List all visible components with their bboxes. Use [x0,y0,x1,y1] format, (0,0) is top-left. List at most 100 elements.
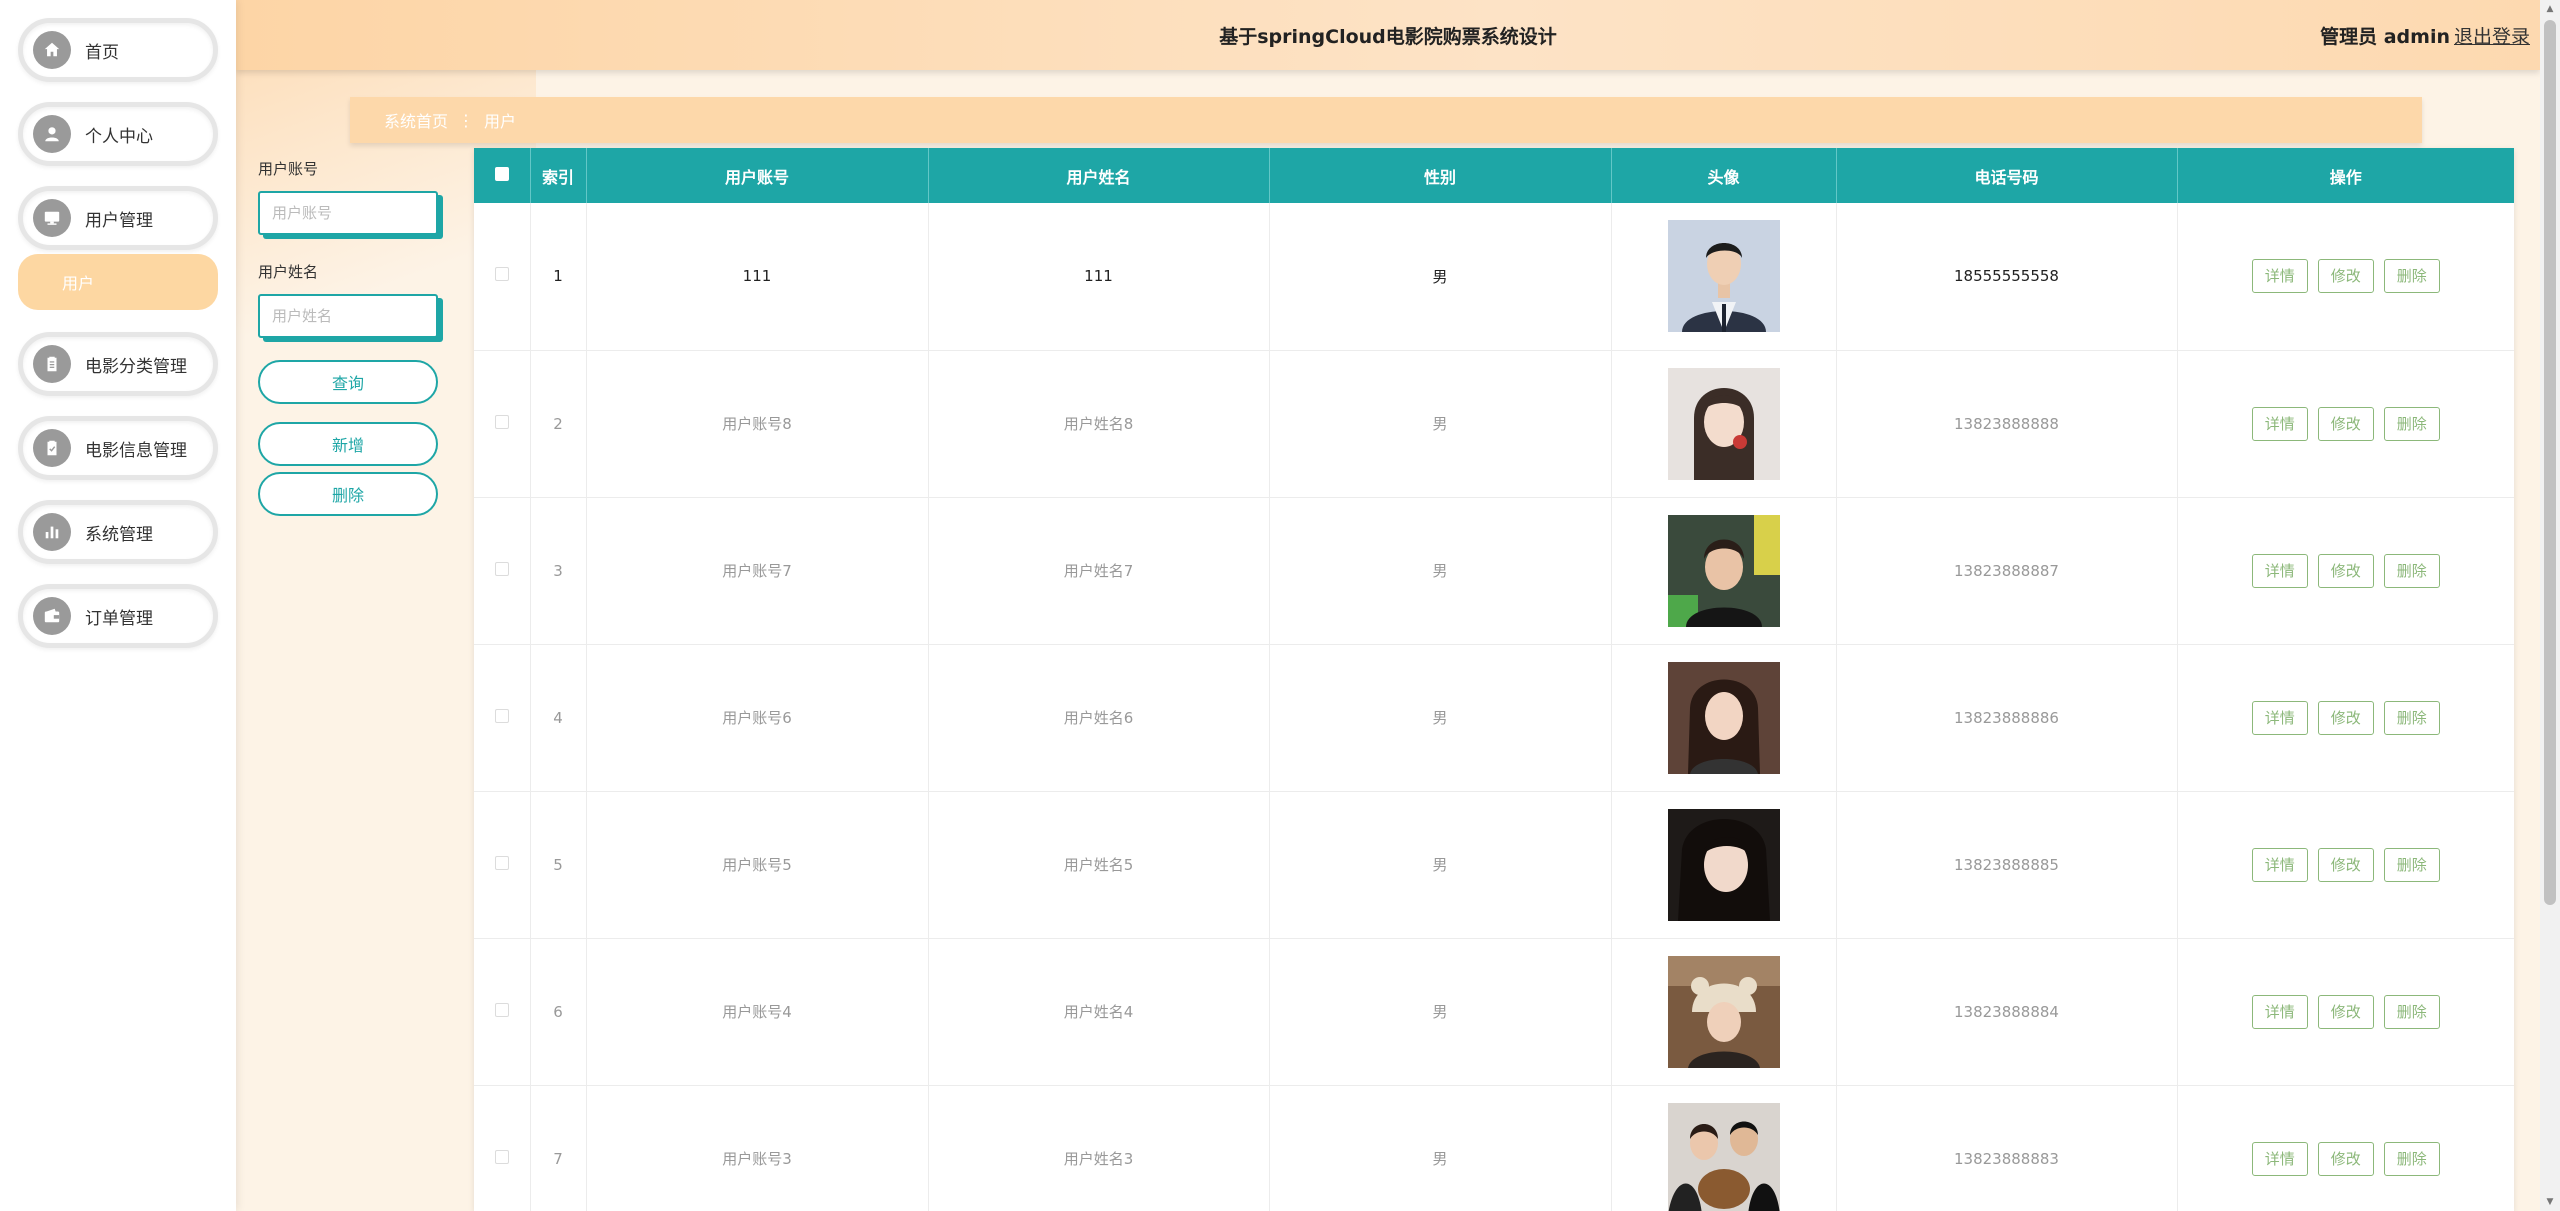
detail-button[interactable]: 详情 [2251,700,2308,735]
row-name: 用户姓名3 [928,1085,1270,1211]
sidebar-item-movie-category[interactable]: 电影分类管理 [18,332,218,396]
detail-button[interactable]: 详情 [2251,994,2308,1029]
row-gender: 男 [1269,203,1612,350]
row-account: 用户账号8 [586,350,929,497]
scroll-up-icon[interactable]: ▲ [2540,0,2560,18]
breadcrumb: 系统首页 ⋮ 用户 [350,97,2422,143]
sidebar-item-home[interactable]: 首页 [18,18,218,82]
scroll-thumb[interactable] [2544,20,2556,905]
row-account: 用户账号3 [586,1085,929,1211]
edit-button[interactable]: 修改 [2317,700,2374,735]
column-header: 性别 [1269,148,1612,203]
row-account: 用户账号6 [586,644,929,791]
column-header: 用户账号 [586,148,929,203]
delete-button[interactable]: 删除 [2383,994,2440,1029]
row-name: 111 [928,203,1270,350]
detail-button[interactable]: 详情 [2251,847,2308,882]
top-header: 基于springCloud电影院购票系统设计 管理员 admin 退出登录 [236,0,2540,70]
avatar [1667,514,1780,627]
row-account: 用户账号4 [586,938,929,1085]
row-name: 用户姓名4 [928,938,1270,1085]
row-index: 6 [530,938,587,1085]
delete-button[interactable]: 删除 [2383,553,2440,588]
sidebar-item-personal-center[interactable]: 个人中心 [18,102,218,166]
row-index: 5 [530,791,587,938]
detail-button[interactable]: 详情 [2251,553,2308,588]
row-checkbox[interactable] [494,1002,509,1017]
edit-button[interactable]: 修改 [2317,553,2374,588]
row-account: 111 [586,203,929,350]
table-row: 6 用户账号4 用户姓名4 男 13823888884 详情 修改 删除 [474,938,2514,1085]
row-name: 用户姓名8 [928,350,1270,497]
row-checkbox[interactable] [494,267,509,282]
avatar [1667,367,1780,480]
batch-delete-button[interactable]: 删除 [258,472,438,516]
logout-link[interactable]: 退出登录 [2454,22,2530,49]
avatar [1667,955,1780,1068]
scroll-down-icon[interactable]: ▼ [2540,1193,2560,1211]
wallet-icon [33,597,71,635]
bar-chart-icon [33,513,71,551]
column-header: 用户姓名 [928,148,1270,203]
name-search-input[interactable] [258,294,438,338]
table-row: 4 用户账号6 用户姓名6 男 13823888886 详情 修改 删除 [474,644,2514,791]
sidebar-item-label: 个人中心 [85,126,153,147]
select-all-cell [474,148,531,203]
account-search-input[interactable] [258,191,438,235]
add-button[interactable]: 新增 [258,422,438,466]
row-index: 7 [530,1085,587,1211]
detail-button[interactable]: 详情 [2251,1141,2308,1176]
row-phone: 18555555558 [1836,203,2178,350]
select-all-checkbox[interactable] [494,167,509,181]
row-index: 1 [530,203,587,350]
query-button[interactable]: 查询 [258,360,438,404]
table-header-row: 索引 用户账号 用户姓名 性别 头像 电话号码 操作 [474,148,2514,203]
sidebar-item-label: 电影分类管理 [85,356,187,377]
sidebar-item-label: 用户管理 [85,210,153,231]
current-user: 管理员 admin [2320,26,2450,48]
row-gender: 男 [1269,938,1612,1085]
sidebar-item-movie-info[interactable]: 电影信息管理 [18,416,218,480]
delete-button[interactable]: 删除 [2383,847,2440,882]
delete-button[interactable]: 删除 [2383,1141,2440,1176]
row-gender: 男 [1269,644,1612,791]
delete-button[interactable]: 删除 [2383,700,2440,735]
monitor-icon [33,199,71,237]
table-row: 7 用户账号3 用户姓名3 男 13823888883 详情 修改 删除 [474,1085,2514,1211]
column-header: 电话号码 [1836,148,2178,203]
edit-button[interactable]: 修改 [2317,1141,2374,1176]
column-header: 索引 [530,148,587,203]
detail-button[interactable]: 详情 [2251,406,2308,441]
row-phone: 13823888885 [1836,791,2178,938]
sidebar-item-label: 订单管理 [85,608,153,629]
row-index: 3 [530,497,587,644]
row-checkbox[interactable] [494,561,509,576]
sidebar-item-user-management[interactable]: 用户管理 [18,186,218,250]
sidebar-subitem-user[interactable]: 用户 [18,254,218,310]
edit-button[interactable]: 修改 [2317,406,2374,441]
user-icon [33,115,71,153]
row-checkbox[interactable] [494,855,509,870]
table-row: 2 用户账号8 用户姓名8 男 13823888888 详情 修改 删除 [474,350,2514,497]
sidebar-item-orders[interactable]: 订单管理 [18,584,218,648]
row-phone: 13823888886 [1836,644,2178,791]
row-checkbox[interactable] [494,414,509,429]
edit-button[interactable]: 修改 [2317,994,2374,1029]
detail-button[interactable]: 详情 [2251,259,2308,294]
avatar [1667,661,1780,774]
breadcrumb-current: 用户 [484,112,517,131]
breadcrumb-home[interactable]: 系统首页 [384,108,448,132]
delete-button[interactable]: 删除 [2383,259,2440,294]
edit-button[interactable]: 修改 [2317,847,2374,882]
sidebar-item-system[interactable]: 系统管理 [18,500,218,564]
home-icon [33,31,71,69]
sidebar-item-label: 首页 [85,42,119,63]
delete-button[interactable]: 删除 [2383,406,2440,441]
vertical-scrollbar[interactable]: ▲ ▼ [2540,0,2560,1211]
row-checkbox[interactable] [494,1149,509,1164]
row-checkbox[interactable] [494,708,509,723]
sidebar-item-label: 电影信息管理 [85,440,187,461]
edit-button[interactable]: 修改 [2317,259,2374,294]
row-gender: 男 [1269,350,1612,497]
avatar [1667,808,1780,921]
